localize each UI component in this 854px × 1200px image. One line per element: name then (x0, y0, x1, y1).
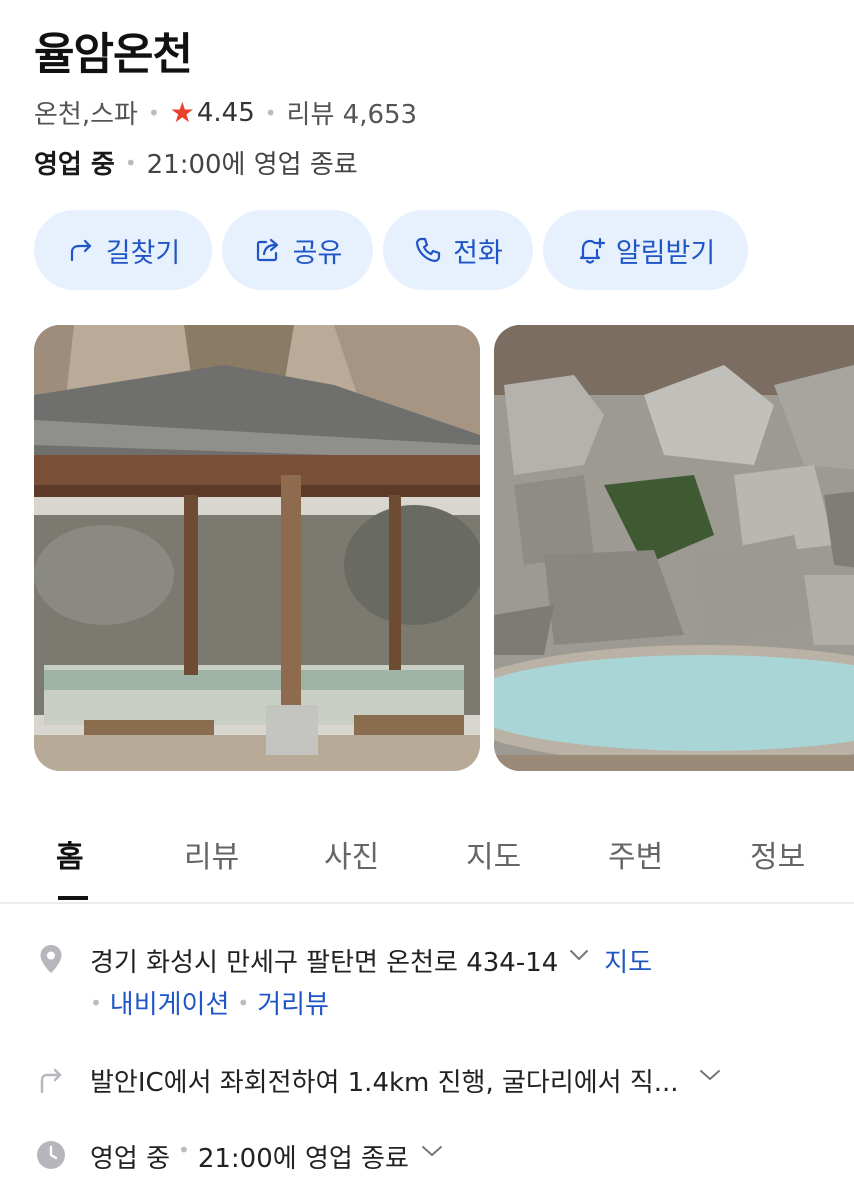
chevron-down-icon[interactable] (695, 1062, 725, 1088)
rating-value: 4.45 (196, 97, 255, 128)
separator-dot: • (264, 100, 277, 125)
directions-text[interactable]: 발안IC에서 좌회전하여 1.4km 진행, 굴다리에서 직... (90, 1062, 679, 1099)
category-label: 온천,스파 (34, 100, 138, 130)
rock-pool-photo-image (494, 325, 854, 771)
hours-status: 영업 중 (90, 1144, 171, 1174)
share-label: 공유 (292, 237, 343, 269)
directions-button[interactable]: 길찾기 (34, 210, 212, 290)
review-count-link[interactable]: 리뷰 4,653 (287, 94, 418, 131)
business-hours-summary: 영업 중 • 21:00에 영업 종료 (34, 144, 358, 181)
tab-bar: 홈 리뷰 사진 지도 주변 정보 (0, 820, 854, 902)
turn-right-icon (40, 1068, 62, 1094)
star-icon: ★ (169, 96, 195, 129)
call-label: 전화 (453, 237, 503, 269)
active-tab-indicator (58, 896, 88, 900)
separator-dot: • (147, 100, 160, 125)
chevron-down-icon[interactable] (566, 942, 592, 968)
photo-carousel[interactable] (34, 325, 854, 771)
closing-time: 21:00에 영업 종료 (146, 150, 358, 180)
tab-info[interactable]: 정보 (750, 832, 805, 876)
directions-row: 발안IC에서 좌회전하여 1.4km 진행, 굴다리에서 직... (34, 1062, 725, 1099)
chevron-down-icon[interactable] (417, 1138, 447, 1164)
hours-row: 영업 중 • 21:00에 영업 종료 (34, 1138, 447, 1175)
place-meta: 온천,스파 • ★ 4.45 • 리뷰 4,653 (34, 94, 417, 131)
share-button[interactable]: 공유 (222, 210, 373, 290)
open-status: 영업 중 (34, 150, 115, 180)
separator-dot: • (124, 150, 137, 175)
phone-icon (416, 237, 441, 263)
photo-rock-pool[interactable] (494, 325, 854, 771)
directions-icon (70, 239, 91, 262)
photo-pavilion-hot-spring[interactable] (34, 325, 480, 771)
pavilion-photo-image (34, 325, 480, 771)
bell-plus-icon (579, 237, 605, 264)
tab-reviews[interactable]: 리뷰 (184, 832, 239, 876)
hours-closing[interactable]: 21:00에 영업 종료 (198, 1138, 409, 1175)
section-divider (0, 902, 854, 904)
action-buttons: 길찾기 공유 전화 알림받기 (34, 210, 748, 290)
separator-dot: • (178, 1138, 190, 1162)
tab-photos[interactable]: 사진 (324, 832, 379, 876)
directions-label: 길찾기 (105, 237, 181, 269)
separator-dot: • (90, 990, 102, 1015)
address-links: • 내비게이션 • 거리뷰 (90, 984, 329, 1021)
tab-map[interactable]: 지도 (466, 832, 521, 876)
address-row: 경기 화성시 만세구 팔탄면 온천로 434-14 지도 (34, 942, 652, 979)
clock-icon (37, 1141, 65, 1169)
map-link[interactable]: 지도 (604, 942, 652, 979)
address-text[interactable]: 경기 화성시 만세구 팔탄면 온천로 434-14 (90, 942, 558, 979)
separator-dot: • (237, 990, 250, 1015)
navigation-link[interactable]: 내비게이션 (110, 984, 230, 1021)
share-icon (256, 238, 278, 262)
tab-home[interactable]: 홈 (56, 832, 84, 876)
notify-button[interactable]: 알림받기 (543, 210, 748, 290)
notify-label: 알림받기 (615, 237, 716, 269)
place-title: 율암온천 (34, 29, 193, 80)
call-button[interactable]: 전화 (383, 210, 533, 290)
street-view-link[interactable]: 거리뷰 (257, 984, 329, 1021)
tab-nearby[interactable]: 주변 (608, 832, 663, 876)
location-pin-icon (40, 945, 62, 973)
